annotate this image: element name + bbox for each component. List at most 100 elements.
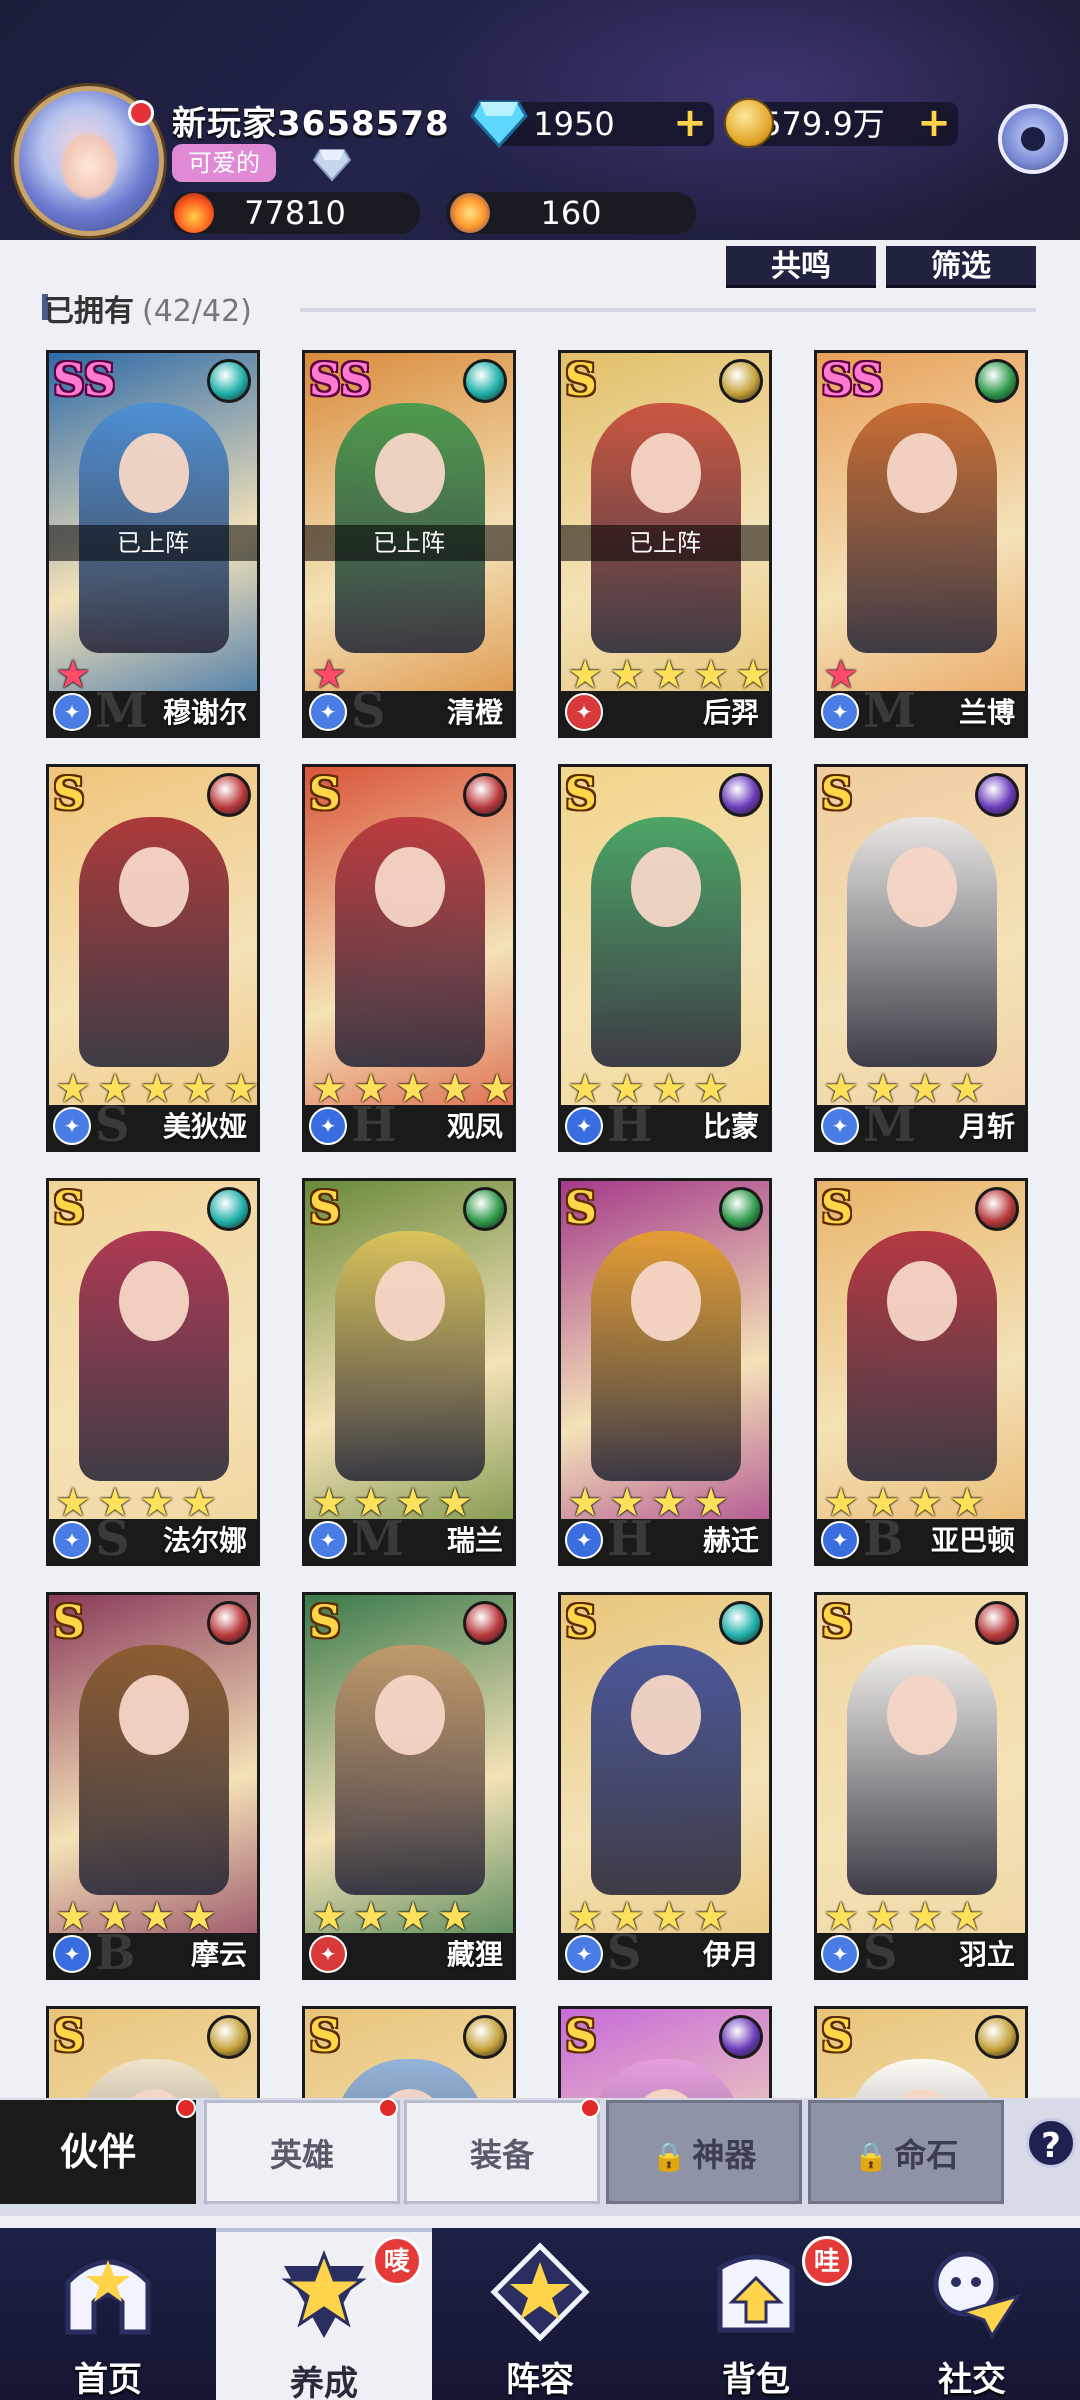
filter-button[interactable]: 筛选 <box>886 246 1036 288</box>
hero-card[interactable]: S ★ ★ ★ ★ ✦ B 亚巴顿 <box>814 1178 1028 1566</box>
star-icon: ★ <box>353 1894 389 1940</box>
tab-partner[interactable]: 伙伴 <box>0 2100 196 2204</box>
rarity-badge: S <box>565 1597 597 1648</box>
hero-card[interactable]: S <box>46 2006 260 2100</box>
star-icon: ★ <box>823 1480 859 1526</box>
hero-card[interactable]: S ★ ★ ★ ★ ✦ B 摩云 <box>46 1592 260 1980</box>
hero-name: 美狄娅 <box>162 1110 247 1143</box>
hero-type-letter: S <box>863 1925 898 1980</box>
nav-social[interactable]: 社交 <box>864 2228 1080 2400</box>
star-icon: ★ <box>567 1066 603 1112</box>
hero-name: 比蒙 <box>702 1110 759 1143</box>
tab-equipment[interactable]: 装备 <box>404 2100 600 2204</box>
hero-card[interactable]: S ★ ★ ★ ★ ✦ S 法尔娜 <box>46 1178 260 1566</box>
hero-card[interactable]: S <box>558 2006 772 2100</box>
star-icon: ★ <box>693 1480 729 1526</box>
owned-label: 已拥有 <box>44 294 134 329</box>
nav-develop-label: 养成 <box>290 2364 358 2400</box>
star-icon: ★ <box>223 1066 259 1112</box>
hero-face <box>631 1675 701 1755</box>
fire-power-icon <box>174 193 214 233</box>
rarity-badge: SS <box>309 355 372 406</box>
element-icon <box>975 1187 1019 1231</box>
rarity-badge: S <box>821 1597 853 1648</box>
rarity-badge: S <box>53 2011 85 2062</box>
hero-name: 后羿 <box>702 696 759 729</box>
star-icon: ★ <box>311 1480 347 1526</box>
hero-type-letter: M <box>863 683 917 738</box>
class-icon: ✦ <box>565 693 603 731</box>
nav-lineup[interactable]: 阵容 <box>432 2228 648 2400</box>
bag-badge: 哇 <box>802 2236 852 2286</box>
star-icon: ★ <box>395 1894 431 1940</box>
hero-card[interactable]: S ★ ★ ★ ★ ✦ M 月斩 <box>814 764 1028 1152</box>
rarity-badge: S <box>309 1183 341 1234</box>
hero-face <box>119 433 189 513</box>
vip-diamond-icon[interactable] <box>312 146 352 182</box>
rarity-badge: S <box>565 355 597 406</box>
hero-card[interactable]: S ★ ★ ★ ★ ✦ M 瑞兰 <box>302 1178 516 1566</box>
class-icon: ✦ <box>565 1935 603 1973</box>
rarity-badge: S <box>309 2011 341 2062</box>
hero-card[interactable]: S ★ ★ ★ ★ ✦ S 伊月 <box>558 1592 772 1980</box>
star-icon: ★ <box>437 1066 473 1112</box>
star-icon: ★ <box>907 1894 943 1940</box>
star-icon: ★ <box>139 1480 175 1526</box>
element-icon <box>719 359 763 403</box>
player-title-badge[interactable]: 可爱的 <box>172 144 276 182</box>
nav-social-label: 社交 <box>938 2360 1006 2400</box>
element-icon <box>975 773 1019 817</box>
gem-icon <box>470 100 528 149</box>
hero-face <box>119 1261 189 1341</box>
deployed-label: 已上阵 <box>561 525 769 561</box>
hero-card[interactable]: S <box>302 2006 516 2100</box>
star-icon: ★ <box>609 652 645 698</box>
hero-name: 观凤 <box>446 1110 503 1143</box>
element-icon <box>207 2015 251 2059</box>
hero-card[interactable]: S ★ ★ ★ ★ ✦ S 羽立 <box>814 1592 1028 1980</box>
hero-card[interactable]: SS 已上阵 ★ ✦ S 清橙 <box>302 350 516 738</box>
star-icon: ★ <box>311 1894 347 1940</box>
hero-face <box>631 847 701 927</box>
nav-home[interactable]: 首页 <box>0 2228 216 2400</box>
social-icon <box>933 2251 1022 2340</box>
star-icon: ★ <box>55 1066 91 1112</box>
resonate-button[interactable]: 共鸣 <box>726 246 876 288</box>
nav-bag-label: 背包 <box>722 2360 790 2400</box>
tab-hero[interactable]: 英雄 <box>204 2100 400 2204</box>
element-icon <box>975 1601 1019 1645</box>
hero-card[interactable]: S <box>814 2006 1028 2100</box>
star-rating: ★ ★ ★ ★ <box>53 1897 219 1937</box>
hero-card[interactable]: SS 已上阵 ★ ✦ M 穆谢尔 <box>46 350 260 738</box>
hero-card[interactable]: S ★ ★ ★ ★ ✦ H 赫迁 <box>558 1178 772 1566</box>
add-gems-button[interactable]: + <box>672 103 708 143</box>
tab-fate-stone-locked[interactable]: 🔒 命石 <box>808 2100 1004 2204</box>
tab-artifact-locked[interactable]: 🔒 神器 <box>606 2100 802 2204</box>
equipment-tab-red-dot <box>580 2098 600 2118</box>
star-icon: ★ <box>437 1894 473 1940</box>
help-button[interactable]: ? <box>1026 2118 1076 2168</box>
rarity-badge: S <box>565 2011 597 2062</box>
hero-card[interactable]: S ★ ★ ★ ★ ✦ 藏狸 <box>302 1592 516 1980</box>
hero-face <box>119 1675 189 1755</box>
hero-type-letter: S <box>607 1925 642 1980</box>
rarity-badge: S <box>53 769 85 820</box>
hero-card[interactable]: S ★ ★ ★ ★ ✦ H 比蒙 <box>558 764 772 1152</box>
element-icon <box>719 773 763 817</box>
star-rating: ★ ★ ★ ★ ★ <box>565 652 769 698</box>
energy-orb-icon <box>450 193 490 233</box>
hero-name: 法尔娜 <box>162 1524 247 1557</box>
hero-card[interactable]: S ★ ★ ★ ★ ★ ✦ S 美狄娅 <box>46 764 260 1152</box>
player-name: 新玩家3658578 <box>172 104 450 144</box>
element-icon <box>463 2015 507 2059</box>
settings-gear-button[interactable] <box>998 104 1068 174</box>
star-icon: ★ <box>907 1480 943 1526</box>
hero-card[interactable]: SS ★ ✦ M 兰博 <box>814 350 1028 738</box>
add-gold-button[interactable]: + <box>916 103 952 143</box>
star-icon: ★ <box>181 1066 217 1112</box>
hero-name: 亚巴顿 <box>930 1524 1015 1557</box>
hero-type-letter: B <box>95 1925 136 1980</box>
hero-card[interactable]: S ★ ★ ★ ★ ★ ✦ H 观凤 <box>302 764 516 1152</box>
hero-card[interactable]: S 已上阵 ★ ★ ★ ★ ★ ✦ 后羿 <box>558 350 772 738</box>
class-icon: ✦ <box>565 1521 603 1559</box>
